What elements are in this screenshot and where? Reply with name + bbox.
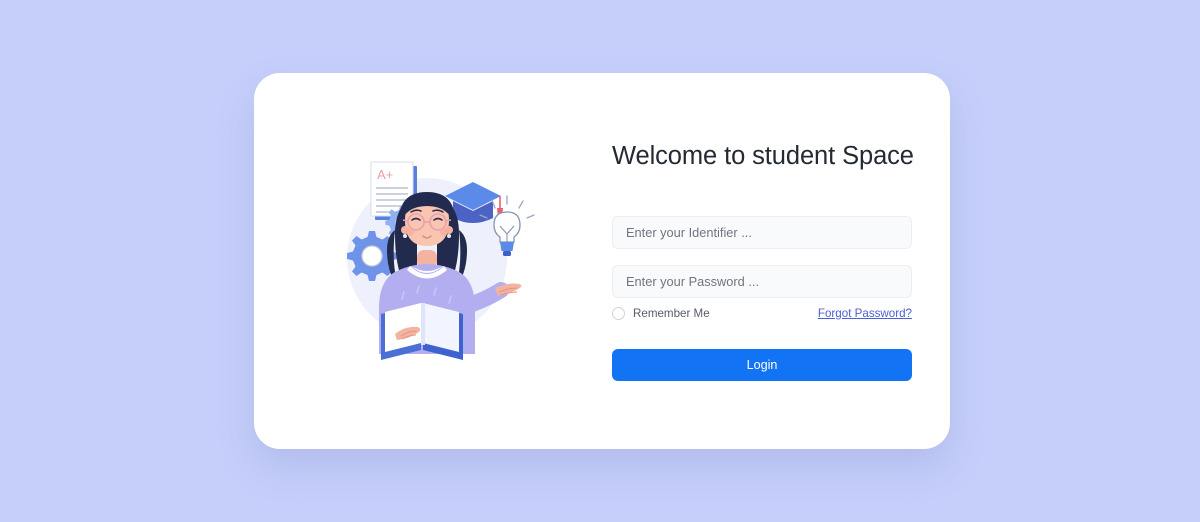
form-options-row: Remember Me Forgot Password? [612,306,912,320]
login-button[interactable]: Login [612,348,912,381]
student-reading-illustration: A+ [347,161,535,360]
login-form-pane: Welcome to student Space Remember Me For… [594,142,950,381]
remember-me-checkbox[interactable]: Remember Me [612,306,710,320]
svg-text:A+: A+ [377,167,393,182]
remember-me-label: Remember Me [633,306,710,320]
illustration-pane: A+ [254,73,594,449]
checkbox-circle-icon[interactable] [612,306,625,320]
login-card: A+ Welcome to student Space Enter your I… [254,73,950,449]
field-spacer [612,249,920,265]
page-title: Welcome to student Space [612,141,914,170]
identifier-input[interactable] [612,215,912,249]
forgot-password-link[interactable]: Forgot Password? [818,307,912,320]
password-input[interactable] [612,264,912,298]
